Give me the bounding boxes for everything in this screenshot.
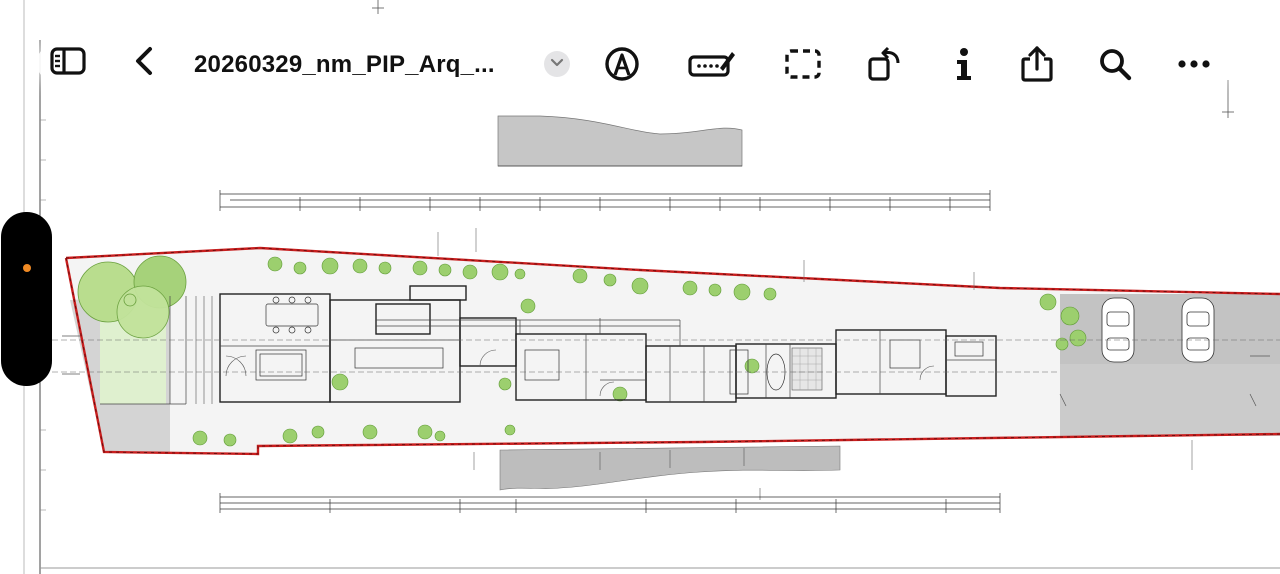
back-button[interactable] [114,33,174,93]
paving-parking-lane [1060,294,1280,364]
tiled-bathroom [791,347,823,391]
select-button[interactable] [784,45,822,83]
title-menu-button[interactable] [544,51,570,77]
search-button[interactable] [1096,45,1134,83]
car-1 [1101,297,1135,363]
more-button[interactable] [1175,45,1213,83]
recording-indicator-dot [23,264,31,272]
info-icon [952,46,974,82]
signature-icon [688,48,736,80]
side-panel-handle[interactable] [1,212,52,386]
dashed-rectangle-icon [784,48,822,80]
share-icon [1020,45,1054,83]
car-2 [1181,297,1215,363]
markup-button[interactable] [603,45,641,83]
chevron-down-icon [550,55,564,73]
rotate-icon [866,45,904,83]
sidebar-toggle-button[interactable] [38,33,98,93]
document-title[interactable]: 20260329_nm_PIP_Arq_... [194,48,495,82]
rotate-button[interactable] [866,45,904,83]
pen-circle-icon [604,46,640,82]
ellipsis-icon [1177,59,1211,69]
info-button[interactable] [944,45,982,83]
share-button[interactable] [1018,45,1056,83]
magnifier-icon [1098,47,1132,81]
chevron-left-icon [134,46,154,81]
signature-button[interactable] [688,45,736,83]
sidebar-icon [50,46,86,80]
